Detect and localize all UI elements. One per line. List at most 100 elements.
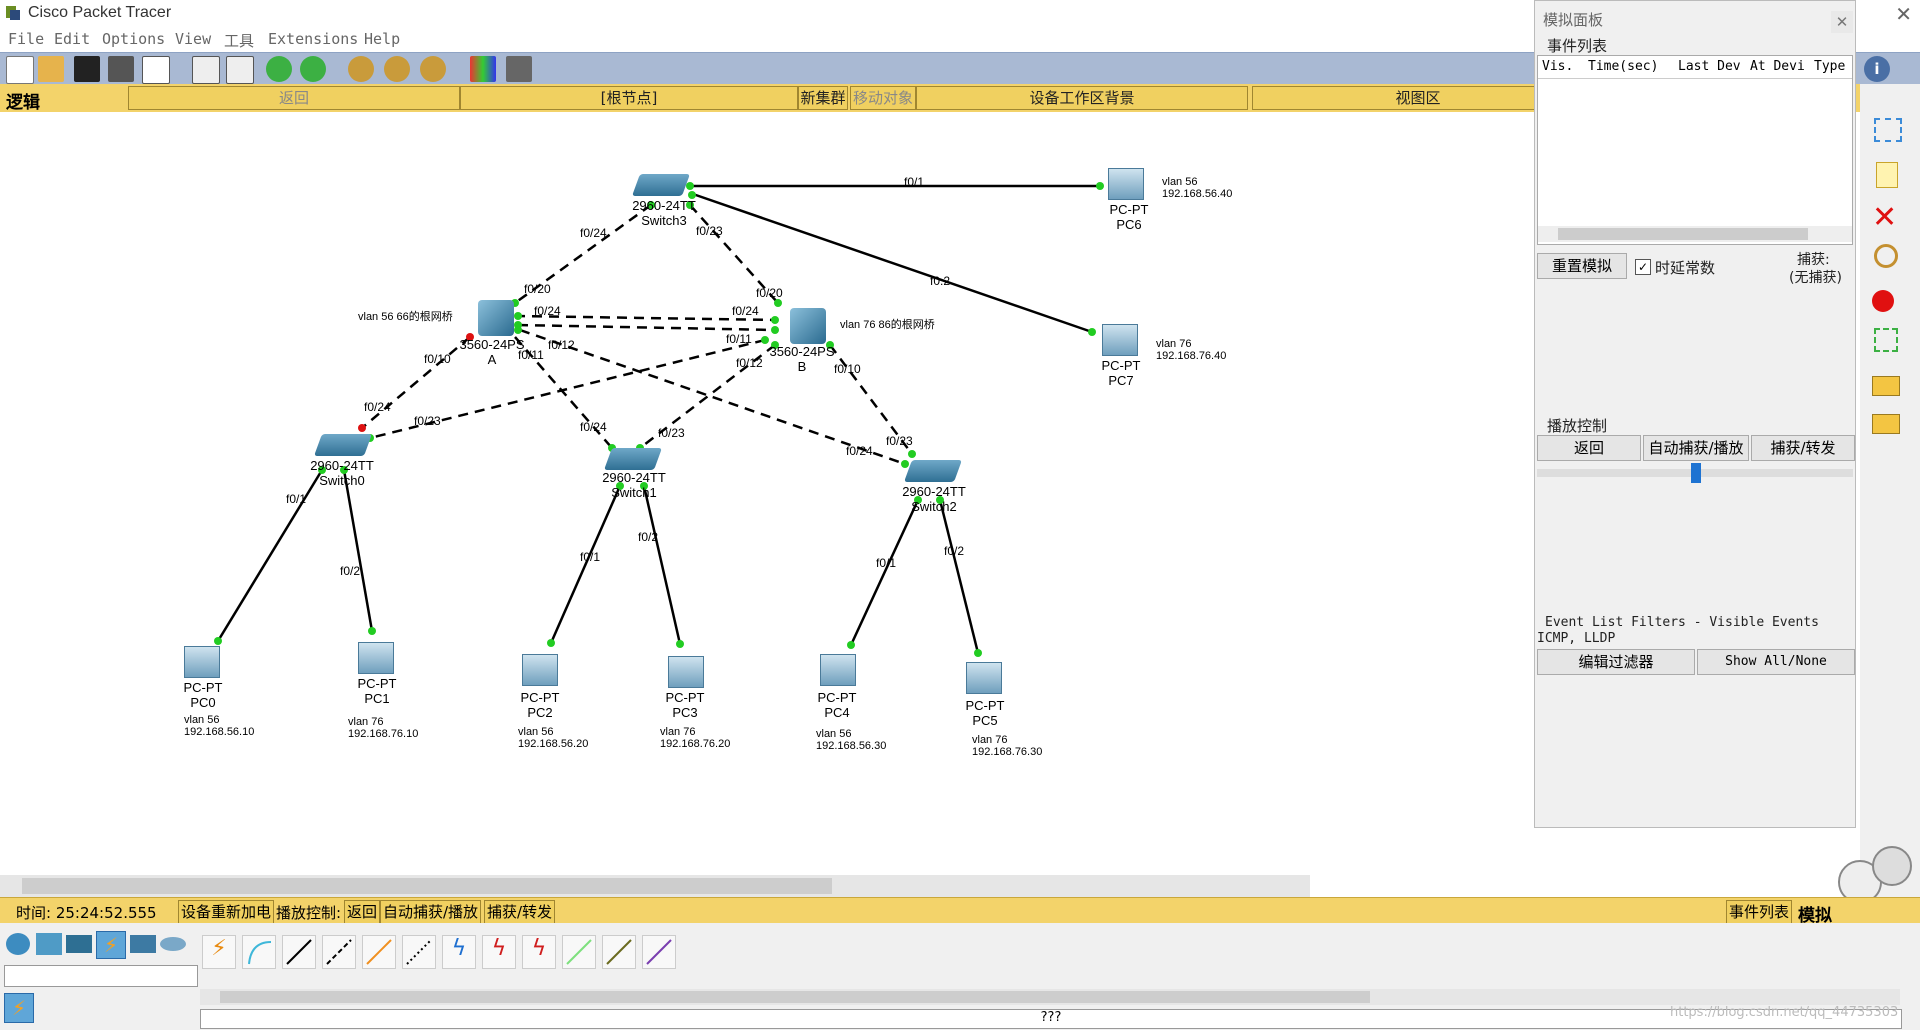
menu-file[interactable]: File [8,30,44,48]
workspace-background-button[interactable]: 设备工作区背景 [916,86,1248,110]
device-category-wireless-icon[interactable] [160,937,186,951]
pc6-icon[interactable] [1108,168,1144,200]
speed-slider[interactable] [1537,463,1853,483]
edit-filters-button[interactable]: 编辑过滤器 [1537,649,1695,675]
column-at-device[interactable]: At Devi [1750,59,1805,74]
undo-icon[interactable] [266,56,292,82]
inspect-icon[interactable] [1874,244,1898,268]
copy-icon[interactable] [192,56,220,84]
zoom-out-icon[interactable] [420,56,446,82]
nav-back-button[interactable]: 返回 [128,86,460,110]
event-list-scrollbar[interactable] [1538,226,1852,242]
pc2-icon[interactable] [522,654,558,686]
info-icon[interactable]: i [1864,56,1890,82]
coaxial-cable-icon[interactable]: ϟ [442,935,476,969]
sim-back-button[interactable]: 返回 [1537,435,1641,461]
device-category-switches-icon[interactable] [36,933,62,955]
status-back-button[interactable]: 返回 [344,900,381,924]
close-panel-icon[interactable]: ✕ [1831,11,1853,33]
device-search-field[interactable] [4,965,198,987]
copper-cross-over-icon[interactable] [322,935,356,969]
scrollbar-thumb[interactable] [220,991,1370,1003]
column-type[interactable]: Type [1814,59,1845,74]
menu-help[interactable]: Help [364,30,400,48]
show-all-none-button[interactable]: Show All/None [1697,649,1855,675]
capture-forward-button[interactable]: 捕获/转发 [1751,435,1855,461]
paste-icon[interactable] [226,56,254,84]
copper-straight-through-icon[interactable] [282,935,316,969]
pc0-icon[interactable] [184,646,220,678]
simple-pdu-icon[interactable] [1872,376,1900,396]
save-icon[interactable] [74,56,100,82]
custom-device-icon[interactable] [506,56,532,82]
redo-icon[interactable] [300,56,326,82]
serial-dte-icon[interactable]: ϟ [522,935,556,969]
console-cable-icon[interactable] [242,935,276,969]
device-category-connections-icon[interactable]: ⚡ [96,931,126,959]
pc7-icon[interactable] [1102,324,1138,356]
select-icon[interactable] [1874,118,1902,142]
power-cycle-button[interactable]: 设备重新加电 [178,900,275,924]
scrollbar-thumb[interactable] [1558,228,1808,240]
usb-cable-icon[interactable] [642,935,676,969]
pc1-icon[interactable] [358,642,394,674]
speed-slider-thumb[interactable] [1691,463,1701,483]
fiber-icon[interactable] [362,935,396,969]
new-cluster-button[interactable]: 新集群 [798,86,848,110]
zoom-in-icon[interactable] [348,56,374,82]
column-last-device[interactable]: Last Dev [1678,59,1741,74]
multilayer-switch-a-icon[interactable] [478,300,514,336]
switch3-icon[interactable] [631,174,691,196]
network-canvas[interactable]: 2960-24TT Switch3 2960-24TT Switch0 2960-2… [0,112,1530,897]
auto-capture-play-button[interactable]: 自动捕获/播放 [1643,435,1749,461]
column-time[interactable]: Time(sec) [1588,59,1658,74]
device-category-hubs-icon[interactable] [66,935,92,953]
pc3-icon[interactable] [668,656,704,688]
event-list-table[interactable]: Vis. Time(sec) Last Dev At Devi Type [1537,55,1853,245]
serial-dce-icon[interactable]: ϟ [482,935,516,969]
new-file-icon[interactable] [6,56,34,84]
menu-view[interactable]: View [175,30,211,48]
complex-pdu-icon[interactable] [1872,414,1900,434]
activity-wizard-icon[interactable] [142,56,170,84]
palette-icon[interactable] [470,56,496,82]
draw-ellipse-icon[interactable] [1872,290,1894,312]
multilayer-switch-b-icon[interactable] [790,308,826,344]
event-list-button[interactable]: 事件列表 [1726,900,1793,924]
iot-custom-cable-icon[interactable] [602,935,636,969]
resize-icon[interactable] [1874,328,1898,352]
menu-extensions[interactable]: Extensions [268,30,358,48]
move-object-button[interactable]: 移动对象 [850,86,916,110]
scrollbar-thumb[interactable] [22,878,832,894]
zoom-reset-icon[interactable] [384,56,410,82]
status-auto-capture-button[interactable]: 自动捕获/播放 [380,900,482,924]
menu-edit[interactable]: Edit [54,30,90,48]
switch1-icon[interactable] [603,448,663,470]
device-category-end-devices-icon[interactable] [130,935,156,953]
phone-cable-icon[interactable] [402,935,436,969]
delete-icon[interactable]: ✕ [1872,200,1897,235]
nav-root-button[interactable]: [根节点] [460,86,798,110]
close-window-icon[interactable]: ✕ [1895,2,1912,26]
column-vis[interactable]: Vis. [1542,59,1573,74]
reset-simulation-button[interactable]: 重置模拟 [1537,253,1627,279]
menu-options[interactable]: Options [102,30,165,48]
simulation-mode-icon[interactable] [1872,846,1912,886]
auto-connection-icon[interactable]: ⚡ [202,935,236,969]
pc4-icon[interactable] [820,654,856,686]
canvas-horizontal-scrollbar[interactable] [0,875,1310,897]
selected-connection-icon[interactable]: ⚡ [4,993,34,1023]
status-capture-forward-button[interactable]: 捕获/转发 [484,900,556,924]
print-icon[interactable] [108,56,134,82]
open-folder-icon[interactable] [38,56,64,82]
menu-tools[interactable]: 工具 [224,30,254,51]
pc5-icon[interactable] [966,662,1002,694]
constant-delay-checkbox[interactable]: ✓ [1635,259,1651,275]
switch0-icon[interactable] [313,434,373,456]
note-icon[interactable] [1876,162,1898,188]
octal-cable-icon[interactable] [562,935,596,969]
palette-horizontal-scrollbar[interactable] [200,989,1900,1005]
logical-tab-label[interactable]: 逻辑 [6,88,40,113]
switch2-icon[interactable] [903,460,963,482]
device-category-routers-icon[interactable] [6,933,30,955]
